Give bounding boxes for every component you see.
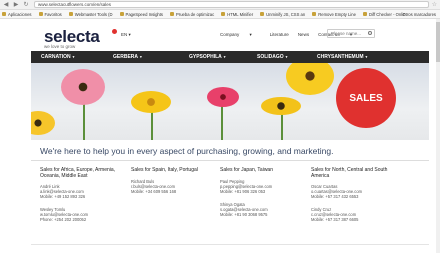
contact-phone: Mobile: +57 317 432 6553 xyxy=(311,194,359,200)
search-input[interactable]: Please name... xyxy=(327,29,375,38)
contact-phone: Phone: +254 202 200052 xyxy=(40,217,87,223)
bookmark-item[interactable]: Webmaster Tools (D xyxy=(68,12,113,17)
flower-stem xyxy=(221,103,223,140)
site-header: selecta we love to grow EN ▾ Company ▾ L… xyxy=(30,19,430,51)
contact-card: Paul Pepping p.pepping@selecta-one.com M… xyxy=(220,179,308,194)
bookmark-item[interactable]: PageSpeed Insights xyxy=(119,12,163,17)
address-bar[interactable]: www.selectacutflowers.com/en/sales xyxy=(34,1,429,8)
chevron-down-icon: ▾ xyxy=(285,55,288,59)
nav-literature[interactable]: Literature xyxy=(270,32,289,38)
chevron-down-icon: ▾ xyxy=(223,55,226,59)
forward-icon[interactable]: ▶ xyxy=(12,1,20,9)
divider xyxy=(31,160,429,161)
yellow-gerbera-image xyxy=(31,111,55,135)
other-bookmarks[interactable]: Otros marcadores xyxy=(402,12,436,17)
contact-phone: Mobile: +81 90 3068 9575 xyxy=(220,212,268,218)
divider xyxy=(31,244,429,245)
category-bar: CARNATION ▾ GERBERA ▾ GYPSOPHILA ▾ SOLIDAGO… xyxy=(31,51,429,63)
apps-icon xyxy=(2,12,6,16)
sales-column: Sales for Japan, Taiwan Paul Pepping p.p… xyxy=(220,167,308,225)
back-icon[interactable]: ◀ xyxy=(2,1,10,9)
pink-gerbera-image xyxy=(61,69,105,105)
nav-news[interactable]: News xyxy=(298,32,309,38)
folder-icon xyxy=(38,12,43,16)
contact-card: Oscar Cuartas o.cuartas@selecta-one.com … xyxy=(311,184,399,199)
bookmark-favicon xyxy=(312,12,317,16)
pink-gerbera-image xyxy=(207,87,239,107)
yellow-gerbera-image xyxy=(286,63,334,95)
contact-card: Shinya Ogata s.ogata@selecta-one.com Mob… xyxy=(220,202,308,217)
sales-badge: SALES xyxy=(336,68,396,128)
bookmark-item[interactable]: HTML Minifier xyxy=(221,12,253,17)
yellow-gerbera-image xyxy=(261,97,301,115)
folder-icon xyxy=(68,12,73,16)
sales-column: Sales for Africa, Europe, Armenia, Ocean… xyxy=(40,167,128,230)
chevron-down-icon: ▾ xyxy=(128,32,131,37)
bookmark-favicon xyxy=(170,12,175,16)
bookmark-star-icon[interactable]: ☆ xyxy=(432,1,437,8)
bookmark-item[interactable]: Aplicaciones xyxy=(2,12,32,17)
contact-card: Richard Buls r.buls@selecta-one.com Mobi… xyxy=(131,179,219,194)
bookmarks-bar: Aplicaciones Favoritos Webmaster Tools (… xyxy=(0,10,440,19)
bookmark-item[interactable]: Unminify JS, CSS an xyxy=(260,12,305,17)
chevron-down-icon: ▾ xyxy=(249,32,252,37)
chevron-down-icon: ▾ xyxy=(365,55,368,59)
bookmark-favicon xyxy=(362,12,367,16)
contact-phone: Mobile: +57 317 387 6605 xyxy=(311,217,359,223)
page-headline: We're here to help you in every aspect o… xyxy=(40,146,334,156)
bookmark-item[interactable]: Diff Checker - Onlin xyxy=(362,12,405,17)
column-title: Sales for Spain, Italy, Portugal xyxy=(131,167,198,173)
bookmark-favicon xyxy=(119,12,124,16)
bookmark-favicon xyxy=(260,12,265,16)
hero-banner: SALES xyxy=(31,63,429,140)
category-gerbera[interactable]: GERBERA ▾ xyxy=(113,54,142,60)
category-solidago[interactable]: SOLIDAGO ▾ xyxy=(257,54,287,60)
column-title: Sales for Africa, Europe, Armenia, Ocean… xyxy=(40,167,116,180)
category-chrysanthemum[interactable]: CHRYSANTHEMUM ▾ xyxy=(317,54,367,60)
scrollbar-thumb[interactable] xyxy=(436,22,440,62)
contact-phone: Mobile: +49 152 893 326 xyxy=(40,194,86,200)
contact-card: Wesley Tomlu w.tomlu@selecta-one.com Pho… xyxy=(40,207,128,222)
reload-icon[interactable]: ↻ xyxy=(22,1,30,9)
nav-company[interactable]: Company ▾ xyxy=(220,32,261,38)
contact-card: André Link a.link@selecta-one.com Mobile… xyxy=(40,184,128,199)
contact-phone: Mobile: +81 906 326 053 xyxy=(220,189,266,195)
sales-column: Sales for North, Central and South Ameri… xyxy=(311,167,399,230)
column-title: Sales for Japan, Taiwan xyxy=(220,167,273,173)
chevron-down-icon: ▾ xyxy=(140,55,142,59)
bookmark-favicon xyxy=(221,12,226,16)
bookmark-item[interactable]: Prueba de optimizac xyxy=(170,12,214,17)
tagline: we love to grow xyxy=(44,44,76,49)
chevron-down-icon: ▾ xyxy=(72,55,75,59)
contact-phone: Mobile: +34 609 556 168 xyxy=(131,189,177,195)
yellow-gerbera-image xyxy=(131,91,171,113)
bookmark-item[interactable]: Favoritos xyxy=(38,12,62,17)
search-icon[interactable] xyxy=(368,31,372,35)
column-title: Sales for North, Central and South Ameri… xyxy=(311,167,388,180)
sales-column: Sales for Spain, Italy, Portugal Richard… xyxy=(131,167,219,202)
contact-card: Cindy Cruz c.cruz@selecta-one.com Mobile… xyxy=(311,207,399,222)
category-carnation[interactable]: CARNATION ▾ xyxy=(41,54,74,60)
bookmark-item[interactable]: Remove Empty Line xyxy=(312,12,356,17)
logo-dot-icon xyxy=(112,29,117,34)
category-gypsophila[interactable]: GYPSOPHILA ▾ xyxy=(189,54,226,60)
browser-toolbar: ◀ ▶ ↻ www.selectacutflowers.com/en/sales… xyxy=(0,0,440,10)
language-selector[interactable]: EN ▾ xyxy=(121,32,131,38)
